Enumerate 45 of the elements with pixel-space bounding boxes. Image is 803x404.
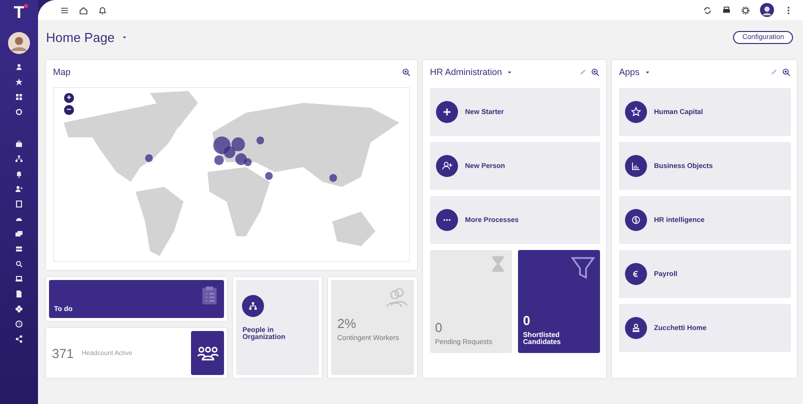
document-icon[interactable]	[15, 290, 23, 298]
zoom-in-icon[interactable]	[402, 68, 411, 76]
search-icon[interactable]	[15, 260, 23, 268]
user-add-icon[interactable]	[15, 185, 23, 193]
caret-icon[interactable]	[506, 68, 514, 76]
avatar	[8, 32, 30, 54]
contingent-value: 2%	[337, 316, 358, 331]
caret-icon[interactable]	[120, 34, 128, 40]
page-title: Home Page	[46, 30, 115, 44]
briefcase-icon[interactable]	[15, 140, 23, 148]
card-title: HR Administration	[430, 67, 502, 77]
zoom-in-icon[interactable]	[591, 68, 600, 76]
refresh-icon[interactable]	[703, 6, 712, 14]
filter-icon	[571, 255, 595, 279]
user-icon[interactable]	[15, 63, 23, 71]
circle-icon[interactable]	[15, 108, 23, 116]
headcount-value: 371	[52, 346, 74, 360]
bell-icon[interactable]	[98, 6, 107, 14]
card-title: Map	[53, 67, 71, 77]
stack-icon[interactable]	[15, 245, 23, 253]
avatar[interactable]	[760, 3, 774, 17]
flower-icon[interactable]	[15, 305, 23, 313]
card-title: Apps	[619, 67, 640, 77]
star-icon[interactable]	[15, 78, 23, 86]
stat-value: 0	[435, 320, 444, 335]
notification-dot	[24, 4, 28, 8]
grid-icon[interactable]	[15, 93, 23, 101]
caret-icon[interactable]	[644, 68, 651, 76]
logo[interactable]: T	[14, 3, 24, 22]
clipboard-icon	[200, 285, 220, 306]
menu-icon[interactable]	[60, 6, 69, 14]
home-icon[interactable]	[79, 6, 88, 14]
share-icon[interactable]	[15, 335, 23, 343]
hierarchy-icon[interactable]	[15, 155, 23, 163]
printer-icon[interactable]	[722, 6, 731, 14]
clock-icon[interactable]	[15, 320, 23, 328]
laptop-icon[interactable]	[15, 275, 23, 283]
cards-icon[interactable]	[15, 230, 23, 238]
square-icon[interactable]	[15, 200, 23, 208]
bell-icon[interactable]	[15, 170, 23, 178]
settings-icon[interactable]	[741, 6, 750, 14]
hierarchy-icon	[247, 300, 260, 312]
zoom-in-icon[interactable]	[782, 68, 791, 76]
stat-value: 0	[523, 313, 532, 328]
star-icon	[629, 105, 643, 119]
